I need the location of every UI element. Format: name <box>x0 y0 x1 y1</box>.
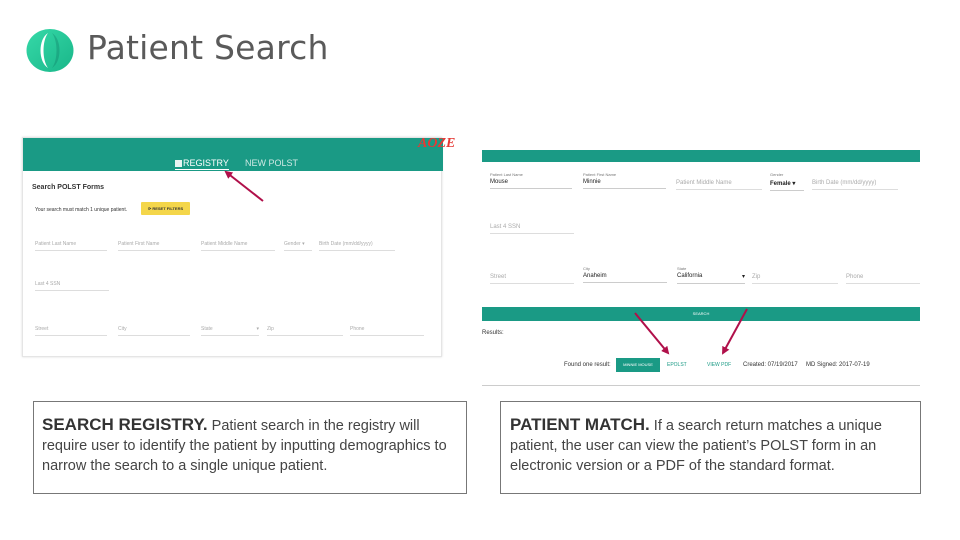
gender-value: Female <box>770 181 791 187</box>
state-select[interactable]: State ▾ <box>201 326 259 336</box>
chevron-down-icon: ▾ <box>302 241 305 247</box>
tab-registry[interactable]: REGISTRY <box>175 158 229 170</box>
patient-match-screenshot: Patient Last Name Mouse Patient First Na… <box>482 150 920 386</box>
tab-new-polst[interactable]: NEW POLST <box>245 158 298 168</box>
search-requirement-message: Your search must match 1 unique patient. <box>35 207 128 213</box>
gender-select[interactable]: Gender ▾ <box>284 241 312 251</box>
birth-date-field[interactable]: Birth Date (mm/dd/yyyy) <box>319 241 395 251</box>
city-field[interactable]: City <box>118 326 190 336</box>
first-name-label: Patient First Name <box>583 172 617 177</box>
phone-input[interactable]: Phone <box>846 274 920 284</box>
ssn-input[interactable]: Last 4 SSN <box>490 224 574 234</box>
middle-name-field[interactable]: Patient Middle Name <box>201 241 275 251</box>
caption-heading: SEARCH REGISTRY. <box>42 415 208 434</box>
street-field[interactable]: Street <box>35 326 107 336</box>
middle-name-input[interactable]: Patient Middle Name <box>676 180 762 190</box>
registry-search-screenshot: AOZE ⋮ REGISTRY NEW POLST Search POLST F… <box>22 136 464 357</box>
chevron-down-icon: ▾ <box>792 181 796 187</box>
first-name-field[interactable]: Patient First Name <box>118 241 190 251</box>
page-title: Patient Search <box>87 28 329 67</box>
brand-logo-fragment: AOZE <box>418 136 456 151</box>
last-name-label: Patient Last Name <box>490 172 523 177</box>
birth-date-input[interactable]: Birth Date (mm/dd/yyyy) <box>812 180 898 190</box>
reset-filters-label: RESET FILTERS <box>152 206 184 211</box>
gender-select[interactable]: Female ▾ <box>770 180 804 191</box>
first-name-input[interactable]: Minnie <box>583 179 666 189</box>
epolst-link[interactable]: EPOLST <box>667 362 687 368</box>
patient-match-caption: PATIENT MATCH. If a search return matche… <box>500 401 921 494</box>
phone-field[interactable]: Phone <box>350 326 424 336</box>
created-date: Created: 07/19/2017 <box>743 362 798 368</box>
state-label: State <box>201 326 213 332</box>
gender-label: Gender <box>284 241 301 247</box>
state-label: State <box>677 266 687 271</box>
found-result-text: Found one result: <box>564 362 611 368</box>
street-input[interactable]: Street <box>490 274 574 284</box>
search-button[interactable]: SEARCH <box>482 307 920 321</box>
app-header-bar <box>23 138 443 171</box>
grid-icon <box>175 160 182 167</box>
app-header-bar <box>482 150 920 162</box>
zip-field[interactable]: Zip <box>267 326 343 336</box>
view-pdf-link[interactable]: VIEW PDF <box>707 362 731 368</box>
zip-input[interactable]: Zip <box>752 274 838 284</box>
reset-filters-button[interactable]: ⟳ RESET FILTERS <box>141 202 190 215</box>
last-name-field[interactable]: Patient Last Name <box>35 241 107 251</box>
state-select[interactable]: California ▾ <box>677 273 745 284</box>
md-signed-date: MD Signed: 2017-07-19 <box>806 362 870 368</box>
state-value: California <box>677 273 703 279</box>
section-heading: Search POLST Forms <box>32 184 104 191</box>
gender-label: Gender <box>770 172 784 177</box>
chevron-down-icon: ▾ <box>741 274 745 280</box>
patient-result-button[interactable]: MINNIE MOUSE <box>616 358 660 372</box>
last-name-input[interactable]: Mouse <box>490 179 572 189</box>
caption-heading: PATIENT MATCH. <box>510 415 650 434</box>
city-label: City <box>583 266 590 271</box>
results-label: Results: <box>482 330 504 336</box>
ssn-field[interactable]: Last 4 SSN <box>35 281 109 291</box>
tab-registry-label: REGISTRY <box>183 158 229 168</box>
search-registry-caption: SEARCH REGISTRY. Patient search in the r… <box>33 401 467 494</box>
more-icon: ⋮ <box>455 138 464 148</box>
chevron-down-icon: ▾ <box>256 326 259 332</box>
app-logo-icon <box>26 29 74 72</box>
city-input[interactable]: Anaheim <box>583 273 667 283</box>
